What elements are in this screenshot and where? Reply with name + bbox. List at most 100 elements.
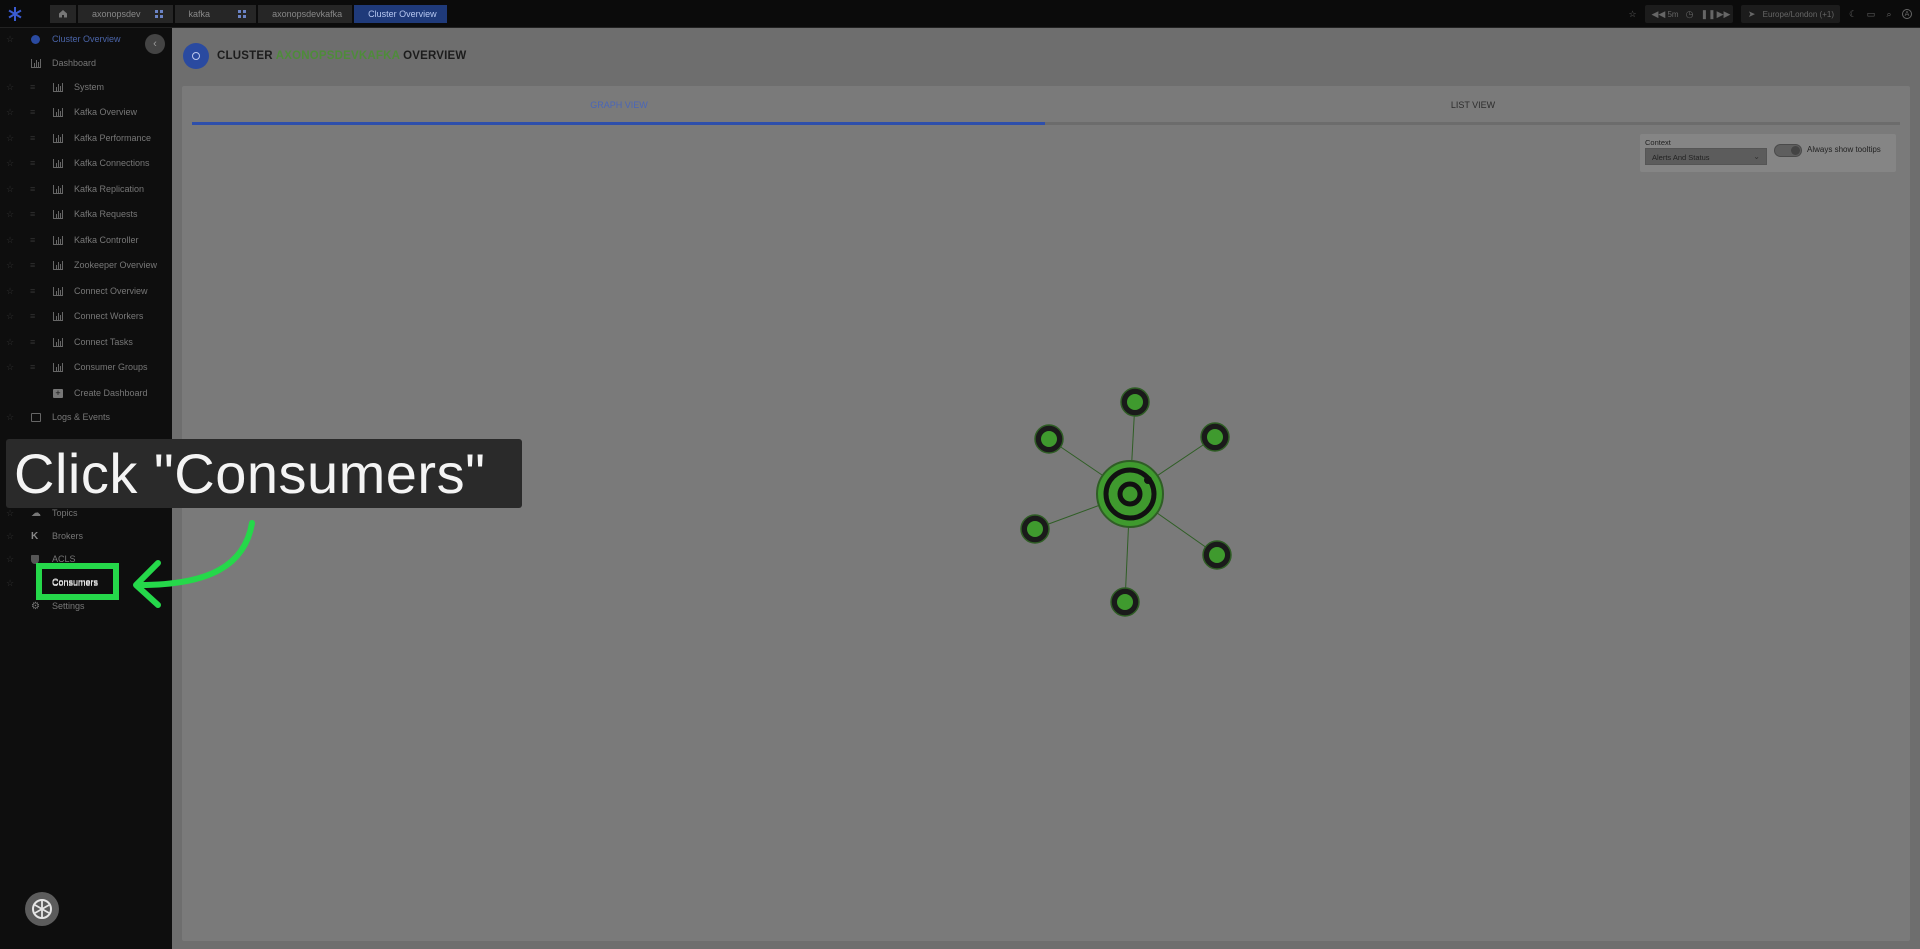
sidebar-item-consumer-groups[interactable]: ☆ ≡ Consumer Groups xyxy=(0,356,172,378)
star-icon[interactable]: ☆ xyxy=(6,362,14,373)
drag-handle-icon[interactable]: ≡ xyxy=(30,337,35,347)
axonops-logo-icon[interactable] xyxy=(0,0,30,28)
broker-node[interactable] xyxy=(1200,422,1230,452)
time-range[interactable]: 5m xyxy=(1667,10,1678,19)
cluster-hub-node[interactable] xyxy=(1096,460,1164,528)
star-icon[interactable]: ☆ xyxy=(6,286,14,297)
chart-icon xyxy=(53,337,63,347)
sidebar-item-label: Connect Tasks xyxy=(74,337,133,347)
star-icon[interactable]: ☆ xyxy=(6,412,14,423)
sidebar-item-connect-workers[interactable]: ☆ ≡ Connect Workers xyxy=(0,305,172,327)
sidebar-item-kafka-requests[interactable]: ☆ ≡ Kafka Requests xyxy=(0,203,172,225)
broker-node[interactable] xyxy=(1034,424,1064,454)
monitor-icon[interactable]: ▭ xyxy=(1866,9,1876,19)
star-icon[interactable]: ☆ xyxy=(6,184,14,195)
broker-node[interactable] xyxy=(1202,540,1232,570)
drag-handle-icon[interactable]: ≡ xyxy=(30,82,35,92)
sidebar-item-kafka-overview[interactable]: ☆ ≡ Kafka Overview xyxy=(0,101,172,123)
grid-icon xyxy=(154,9,163,18)
sidebar-item-dashboard[interactable]: Dashboard xyxy=(0,52,172,74)
kafka-icon: K xyxy=(31,530,39,542)
star-icon[interactable]: ☆ xyxy=(6,158,14,169)
highlight-target-label[interactable]: Consumers xyxy=(52,577,98,587)
star-icon[interactable]: ☆ xyxy=(6,82,14,93)
star-icon[interactable]: ☆ xyxy=(6,337,14,348)
sidebar-item-logs-events[interactable]: ☆ Logs & Events xyxy=(0,406,172,428)
collapse-sidebar-button[interactable]: ‹ xyxy=(145,34,165,54)
drag-handle-icon[interactable]: ≡ xyxy=(30,184,35,194)
drag-handle-icon[interactable]: ≡ xyxy=(30,286,35,296)
sidebar-item-label: Zookeeper Overview xyxy=(74,260,158,270)
title-suffix: OVERVIEW xyxy=(403,50,467,62)
star-icon[interactable]: ☆ xyxy=(6,531,14,542)
sidebar-item-connect-overview[interactable]: ☆ ≡ Connect Overview xyxy=(0,280,172,302)
page-title: CLUSTER AXONOPSDEVKAFKA OVERVIEW xyxy=(217,50,466,62)
star-icon[interactable]: ☆ xyxy=(6,554,14,565)
chart-icon xyxy=(53,235,63,245)
sidebar-item-kafka-controller[interactable]: ☆ ≡ Kafka Controller xyxy=(0,229,172,251)
drag-handle-icon[interactable]: ≡ xyxy=(30,107,35,117)
breadcrumb-cluster[interactable]: axonopsdevkafka xyxy=(258,4,353,23)
home-icon[interactable] xyxy=(50,4,76,23)
arrow-icon xyxy=(133,520,255,608)
sidebar-item-kafka-replication[interactable]: ☆ ≡ Kafka Replication xyxy=(0,178,172,200)
broker-node[interactable] xyxy=(1110,587,1140,617)
chart-icon xyxy=(53,286,63,296)
chart-icon xyxy=(53,158,63,168)
forward-icon[interactable]: ▶▶ xyxy=(1717,9,1731,19)
topics-icon: ☁ xyxy=(31,507,41,519)
app-logo-icon[interactable] xyxy=(25,892,59,926)
star-icon[interactable]: ☆ xyxy=(6,34,14,45)
star-icon[interactable]: ☆ xyxy=(6,235,14,246)
sidebar-item-label: Kafka Overview xyxy=(74,107,138,117)
rewind-icon[interactable]: ◀◀ xyxy=(1651,9,1665,19)
broker-node[interactable] xyxy=(1020,514,1050,544)
search-icon[interactable]: ⌕ xyxy=(1884,9,1894,19)
moon-icon[interactable]: ☾ xyxy=(1848,9,1858,19)
breadcrumb-org-label: axonopsdev xyxy=(92,8,141,19)
drag-handle-icon[interactable]: ≡ xyxy=(30,209,35,219)
cluster-graph xyxy=(1020,387,1232,617)
sidebar-item-system[interactable]: ☆ ≡ System xyxy=(0,76,172,98)
broker-node[interactable] xyxy=(1120,387,1150,417)
timezone-label: Europe/London (+1) xyxy=(1762,9,1834,19)
sidebar-item-label: Logs & Events xyxy=(52,412,111,422)
drag-handle-icon[interactable]: ≡ xyxy=(30,362,35,372)
pause-icon[interactable]: ❚❚ xyxy=(1701,9,1716,19)
grid-icon xyxy=(238,9,247,18)
star-icon[interactable]: ☆ xyxy=(6,311,14,322)
sidebar-item-kafka-connections[interactable]: ☆ ≡ Kafka Connections xyxy=(0,152,172,174)
star-icon[interactable]: ☆ xyxy=(6,209,14,220)
user-avatar-icon[interactable]: A xyxy=(1902,9,1912,19)
star-icon[interactable]: ☆ xyxy=(6,133,14,144)
sidebar-item-kafka-performance[interactable]: ☆ ≡ Kafka Performance xyxy=(0,127,172,149)
star-icon[interactable]: ☆ xyxy=(6,578,14,589)
sidebar-item-create-dashboard[interactable]: + Create Dashboard xyxy=(0,382,172,404)
breadcrumb-cluster-label: axonopsdevkafka xyxy=(272,8,343,19)
star-icon[interactable]: ☆ xyxy=(6,107,14,118)
sidebar-item-connect-tasks[interactable]: ☆ ≡ Connect Tasks xyxy=(0,331,172,353)
sidebar-item-label: Brokers xyxy=(52,531,84,541)
sidebar-item-label: Cluster Overview xyxy=(52,34,121,44)
sidebar-item-label: Dashboard xyxy=(52,58,97,68)
drag-handle-icon[interactable]: ≡ xyxy=(30,133,35,143)
top-bar: axonopsdev kafka axonopsdevkafka Cluster… xyxy=(0,0,1920,28)
breadcrumb-org[interactable]: axonopsdev xyxy=(78,4,173,23)
timezone-selector[interactable]: ➤ Europe/London (+1) xyxy=(1740,5,1840,23)
sidebar-item-zookeeper-overview[interactable]: ☆ ≡ Zookeeper Overview xyxy=(0,254,172,276)
chart-icon xyxy=(53,260,63,270)
drag-handle-icon[interactable]: ≡ xyxy=(30,260,35,270)
breadcrumb-type[interactable]: kafka xyxy=(174,4,257,23)
star-icon[interactable]: ☆ xyxy=(6,508,14,519)
chart-icon xyxy=(53,107,63,117)
drag-handle-icon[interactable]: ≡ xyxy=(30,158,35,168)
drag-handle-icon[interactable]: ≡ xyxy=(30,235,35,245)
drag-handle-icon[interactable]: ≡ xyxy=(30,311,35,321)
chart-icon xyxy=(53,184,63,194)
star-icon[interactable]: ☆ xyxy=(6,260,14,271)
breadcrumb-page[interactable]: Cluster Overview xyxy=(354,4,447,23)
sidebar-item-label: Create Dashboard xyxy=(74,388,148,398)
sidebar-item-label: Kafka Connections xyxy=(74,158,150,168)
star-icon[interactable]: ☆ xyxy=(1627,9,1637,19)
sidebar-item-label: Consumer Groups xyxy=(74,362,148,372)
